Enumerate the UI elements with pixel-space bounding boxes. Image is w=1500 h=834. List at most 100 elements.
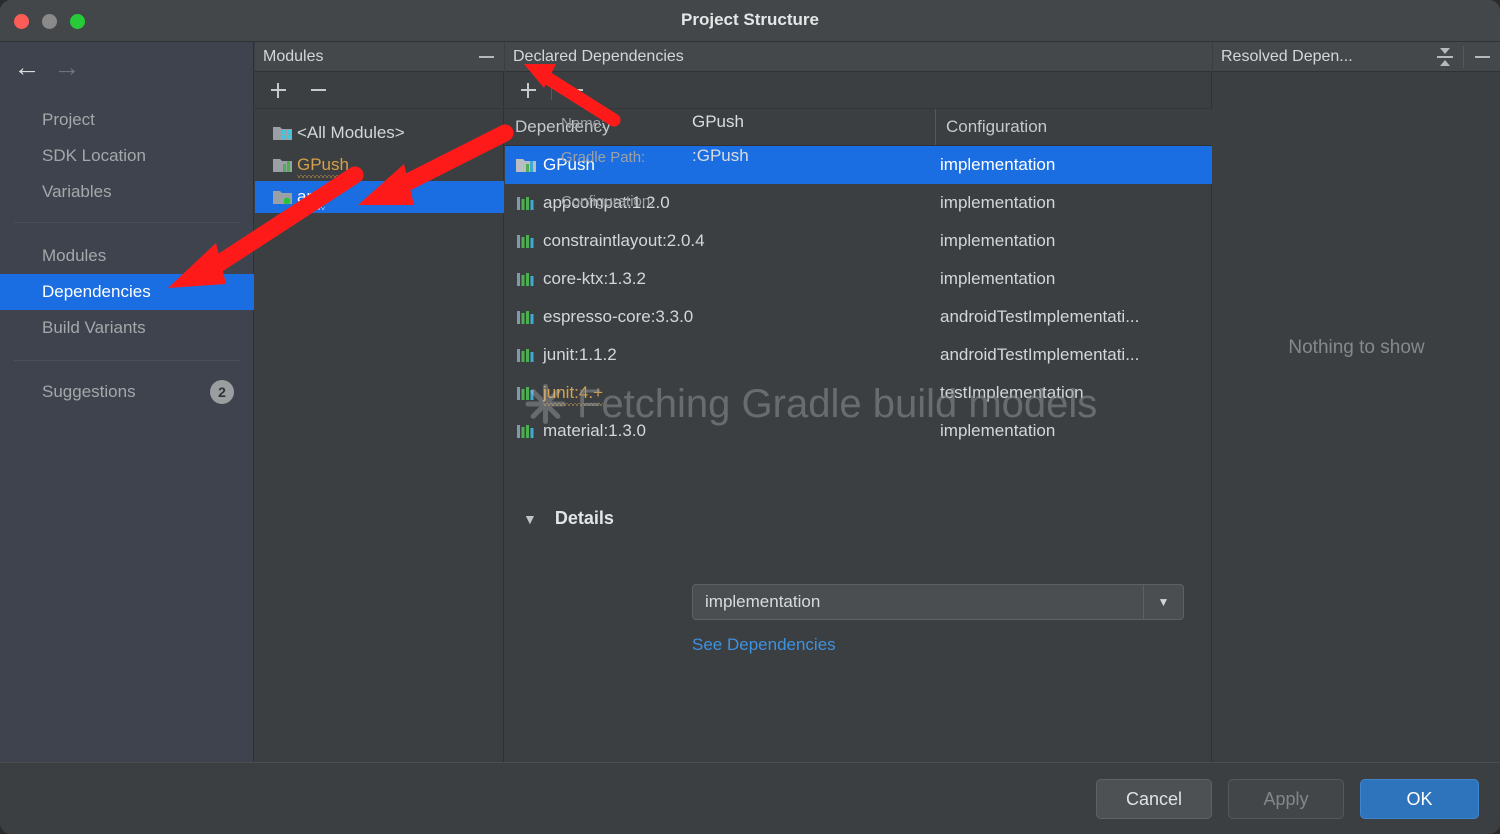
add-dependency-button[interactable] <box>511 75 545 105</box>
configuration-select[interactable]: implementation ▼ <box>692 584 1184 620</box>
dependency-name: espresso-core:3.3.0 <box>543 307 693 327</box>
library-icon <box>516 423 536 439</box>
table-row[interactable]: espresso-core:3.3.0 androidTestImplement… <box>505 298 1212 336</box>
back-arrow-icon[interactable]: ← <box>10 54 44 80</box>
suggestions-count-badge: 2 <box>210 380 234 404</box>
declared-dependencies-header: Declared Dependencies <box>505 42 1212 72</box>
minus-icon <box>479 56 494 58</box>
dependency-name: constraintlayout:2.0.4 <box>543 231 705 251</box>
column-header-configuration[interactable]: Configuration <box>936 109 1047 145</box>
dependency-configuration: androidTestImplementati... <box>940 345 1139 365</box>
table-row[interactable]: constraintlayout:2.0.4 implementation <box>505 222 1212 260</box>
configuration-select-value: implementation <box>693 592 1143 612</box>
sidebar-item-label: SDK Location <box>42 146 146 166</box>
details-gradle-path-label: Gradle Path: <box>561 149 645 166</box>
minus-icon <box>568 89 583 91</box>
modules-panel-title: Modules <box>255 48 468 66</box>
table-row[interactable]: material:1.3.0 implementation <box>505 412 1212 450</box>
library-icon <box>516 347 536 363</box>
minus-icon <box>1475 56 1490 58</box>
details-title: Details <box>555 508 614 529</box>
table-row[interactable]: core-ktx:1.3.2 implementation <box>505 260 1212 298</box>
line-icon <box>1437 56 1453 58</box>
module-item-gpush[interactable]: GPush <box>255 149 504 181</box>
chevron-down-icon[interactable]: ▼ <box>523 512 537 526</box>
resolved-empty-message: Nothing to show <box>1213 337 1500 359</box>
library-icon <box>516 385 536 401</box>
sidebar-item-sdk-location[interactable]: SDK Location <box>0 138 254 174</box>
window-title: Project Structure <box>0 10 1500 30</box>
dependency-name: core-ktx:1.3.2 <box>543 269 646 289</box>
sidebar-item-build-variants[interactable]: Build Variants <box>0 310 254 346</box>
sidebar-item-label: Dependencies <box>42 282 151 302</box>
dependency-name: material:1.3.0 <box>543 421 646 441</box>
details-name-label: Name: <box>561 115 605 132</box>
module-app-icon <box>273 189 292 205</box>
sidebar-item-project[interactable]: Project <box>0 102 254 138</box>
remove-dependency-button[interactable] <box>558 75 592 105</box>
forward-arrow-icon[interactable]: → <box>50 54 84 80</box>
module-all-icon <box>273 125 292 141</box>
module-item-app[interactable]: app <box>255 181 504 213</box>
module-item-all-modules[interactable]: <All Modules> <box>255 117 504 149</box>
library-icon <box>516 271 536 287</box>
title-bar: Project Structure <box>0 0 1500 42</box>
nav-arrows: ← → <box>0 42 254 92</box>
sidebar-item-label: Modules <box>42 246 106 266</box>
declared-dependencies-panel: Declared Dependencies Dependency Configu… <box>505 42 1212 762</box>
add-module-button[interactable] <box>261 75 295 105</box>
library-icon <box>516 233 536 249</box>
dependency-configuration: implementation <box>940 269 1055 289</box>
resolved-dependencies-panel: Resolved Depen... Nothing to show <box>1213 42 1500 762</box>
sidebar-item-suggestions[interactable]: Suggestions 2 <box>0 374 254 410</box>
table-row[interactable]: junit:1.1.2 androidTestImplementati... <box>505 336 1212 374</box>
plus-icon <box>277 83 279 98</box>
project-structure-window: Project Structure ← → Project SDK Locati… <box>0 0 1500 834</box>
resolved-dependencies-title: Resolved Depen... <box>1213 48 1427 66</box>
dependency-configuration: implementation <box>940 193 1055 213</box>
dependency-configuration: implementation <box>940 231 1055 251</box>
details-gradle-path-value: :GPush <box>692 146 749 166</box>
table-row[interactable]: junit:4.+ testImplementation <box>505 374 1212 412</box>
collapse-all-button[interactable] <box>1427 42 1463 71</box>
resolved-collapse-button[interactable] <box>1464 42 1500 71</box>
ok-button[interactable]: OK <box>1360 779 1479 819</box>
module-library-icon <box>516 157 536 173</box>
apply-button[interactable]: Apply <box>1228 779 1344 819</box>
see-dependencies-link[interactable]: See Dependencies <box>692 635 836 655</box>
triangle-down-icon <box>1440 48 1450 54</box>
details-section: ▼ Details <box>505 494 1212 762</box>
details-name-value: GPush <box>692 112 744 132</box>
modules-collapse-button[interactable] <box>468 42 504 71</box>
sidebar-item-modules[interactable]: Modules <box>0 238 254 274</box>
toolbar-divider <box>551 80 552 100</box>
details-configuration-label: Configuration: <box>561 193 654 210</box>
module-item-label: <All Modules> <box>297 123 405 143</box>
sidebar-item-label: Variables <box>42 182 112 202</box>
remove-module-button[interactable] <box>301 75 335 105</box>
dependency-configuration: androidTestImplementati... <box>940 307 1139 327</box>
chevron-down-icon[interactable]: ▼ <box>1143 585 1183 619</box>
dependencies-table-header: Dependency Configuration <box>505 109 1212 146</box>
library-icon <box>516 195 536 211</box>
library-icon <box>516 309 536 325</box>
modules-panel-header: Modules <box>255 42 504 72</box>
dependency-configuration: implementation <box>940 155 1055 175</box>
modules-toolbar <box>255 72 504 109</box>
plus-icon <box>527 83 529 98</box>
declared-dependencies-title: Declared Dependencies <box>505 48 684 66</box>
cancel-button[interactable]: Cancel <box>1096 779 1212 819</box>
dependency-name: junit:1.1.2 <box>543 345 617 365</box>
sidebar-item-label: Suggestions <box>42 382 136 402</box>
details-header[interactable]: ▼ Details <box>523 508 614 529</box>
sidebar-item-label: Project <box>42 110 95 130</box>
modules-panel: Modules <All Modules> <box>255 42 504 762</box>
triangle-up-icon <box>1440 60 1450 66</box>
module-item-label: GPush <box>297 155 349 175</box>
sidebar-item-variables[interactable]: Variables <box>0 174 254 210</box>
sidebar-divider <box>14 360 240 361</box>
module-item-label: app <box>297 187 325 207</box>
module-library-icon <box>273 157 292 173</box>
dependency-configuration: testImplementation <box>940 383 1084 403</box>
sidebar-item-dependencies[interactable]: Dependencies <box>0 274 254 310</box>
